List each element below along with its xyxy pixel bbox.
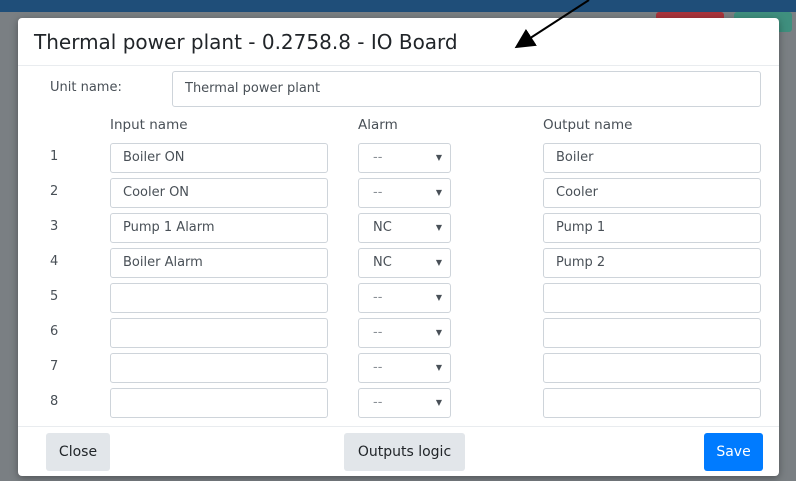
- annotation-arrow-icon: [514, 0, 590, 49]
